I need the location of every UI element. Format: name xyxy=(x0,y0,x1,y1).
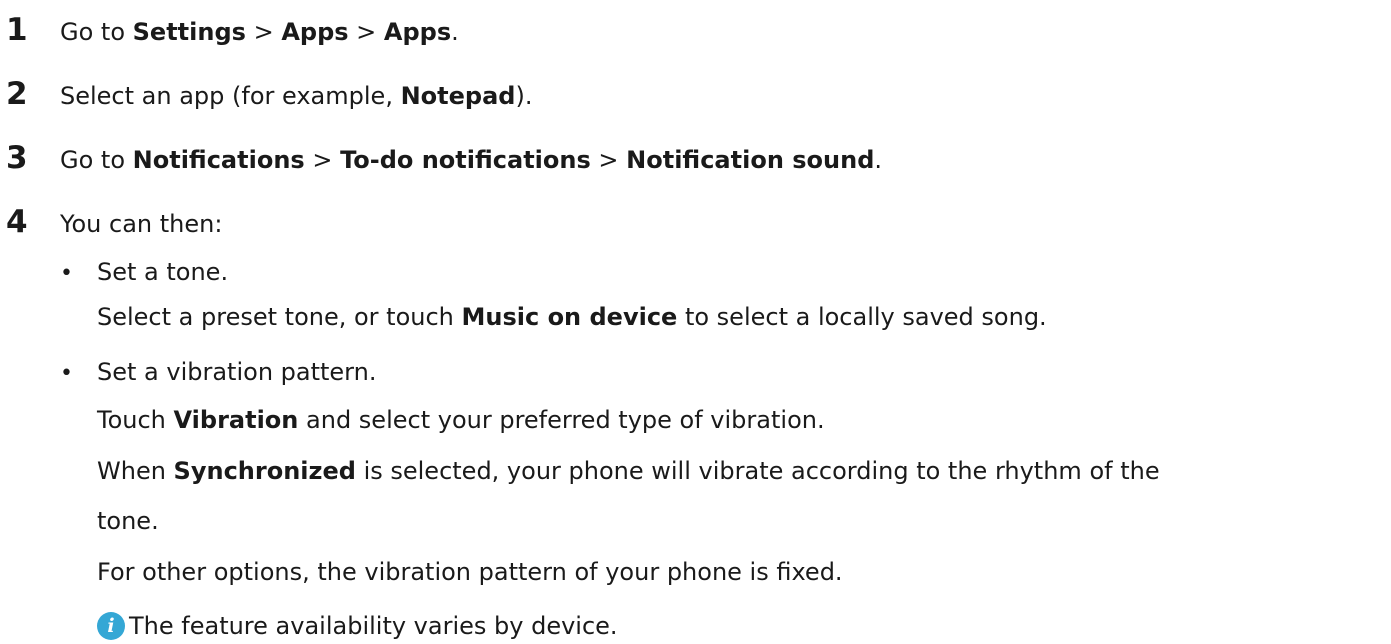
option-description: Select a preset tone, or touch Music on … xyxy=(97,303,1047,331)
music-on-device-label: Music on device xyxy=(461,303,678,331)
step-2-text: Select an app (for example, Notepad). xyxy=(60,82,533,110)
option-description: When Synchronized is selected, your phon… xyxy=(97,457,1160,485)
apps-label: Apps xyxy=(383,18,452,46)
notifications-label: Notifications xyxy=(132,146,305,174)
step-number: 3 xyxy=(6,140,28,176)
note-text: The feature availability varies by devic… xyxy=(129,612,618,640)
option-description: For other options, the vibration pattern… xyxy=(97,558,843,586)
todo-notifications-label: To-do notifications xyxy=(340,146,591,174)
option-description: tone. xyxy=(97,507,159,535)
step-1-text: Go to Settings > Apps > Apps. xyxy=(60,18,459,46)
step-4-text: You can then: xyxy=(60,210,223,238)
vibration-label: Vibration xyxy=(173,406,299,434)
bullet: • xyxy=(60,361,73,386)
step-number: 2 xyxy=(6,76,28,112)
bullet: • xyxy=(60,261,73,286)
notepad-label: Notepad xyxy=(400,82,516,110)
info-icon: i xyxy=(97,612,125,640)
apps-label: Apps xyxy=(281,18,349,46)
synchronized-label: Synchronized xyxy=(173,457,356,485)
step-number: 4 xyxy=(6,204,28,240)
option-title: Set a tone. xyxy=(97,258,229,286)
step-number: 1 xyxy=(6,12,28,48)
settings-label: Settings xyxy=(132,18,246,46)
notification-sound-label: Notification sound xyxy=(626,146,875,174)
option-title: Set a vibration pattern. xyxy=(97,358,377,386)
step-3-text: Go to Notifications > To-do notification… xyxy=(60,146,883,174)
option-description: Touch Vibration and select your preferre… xyxy=(97,406,825,434)
